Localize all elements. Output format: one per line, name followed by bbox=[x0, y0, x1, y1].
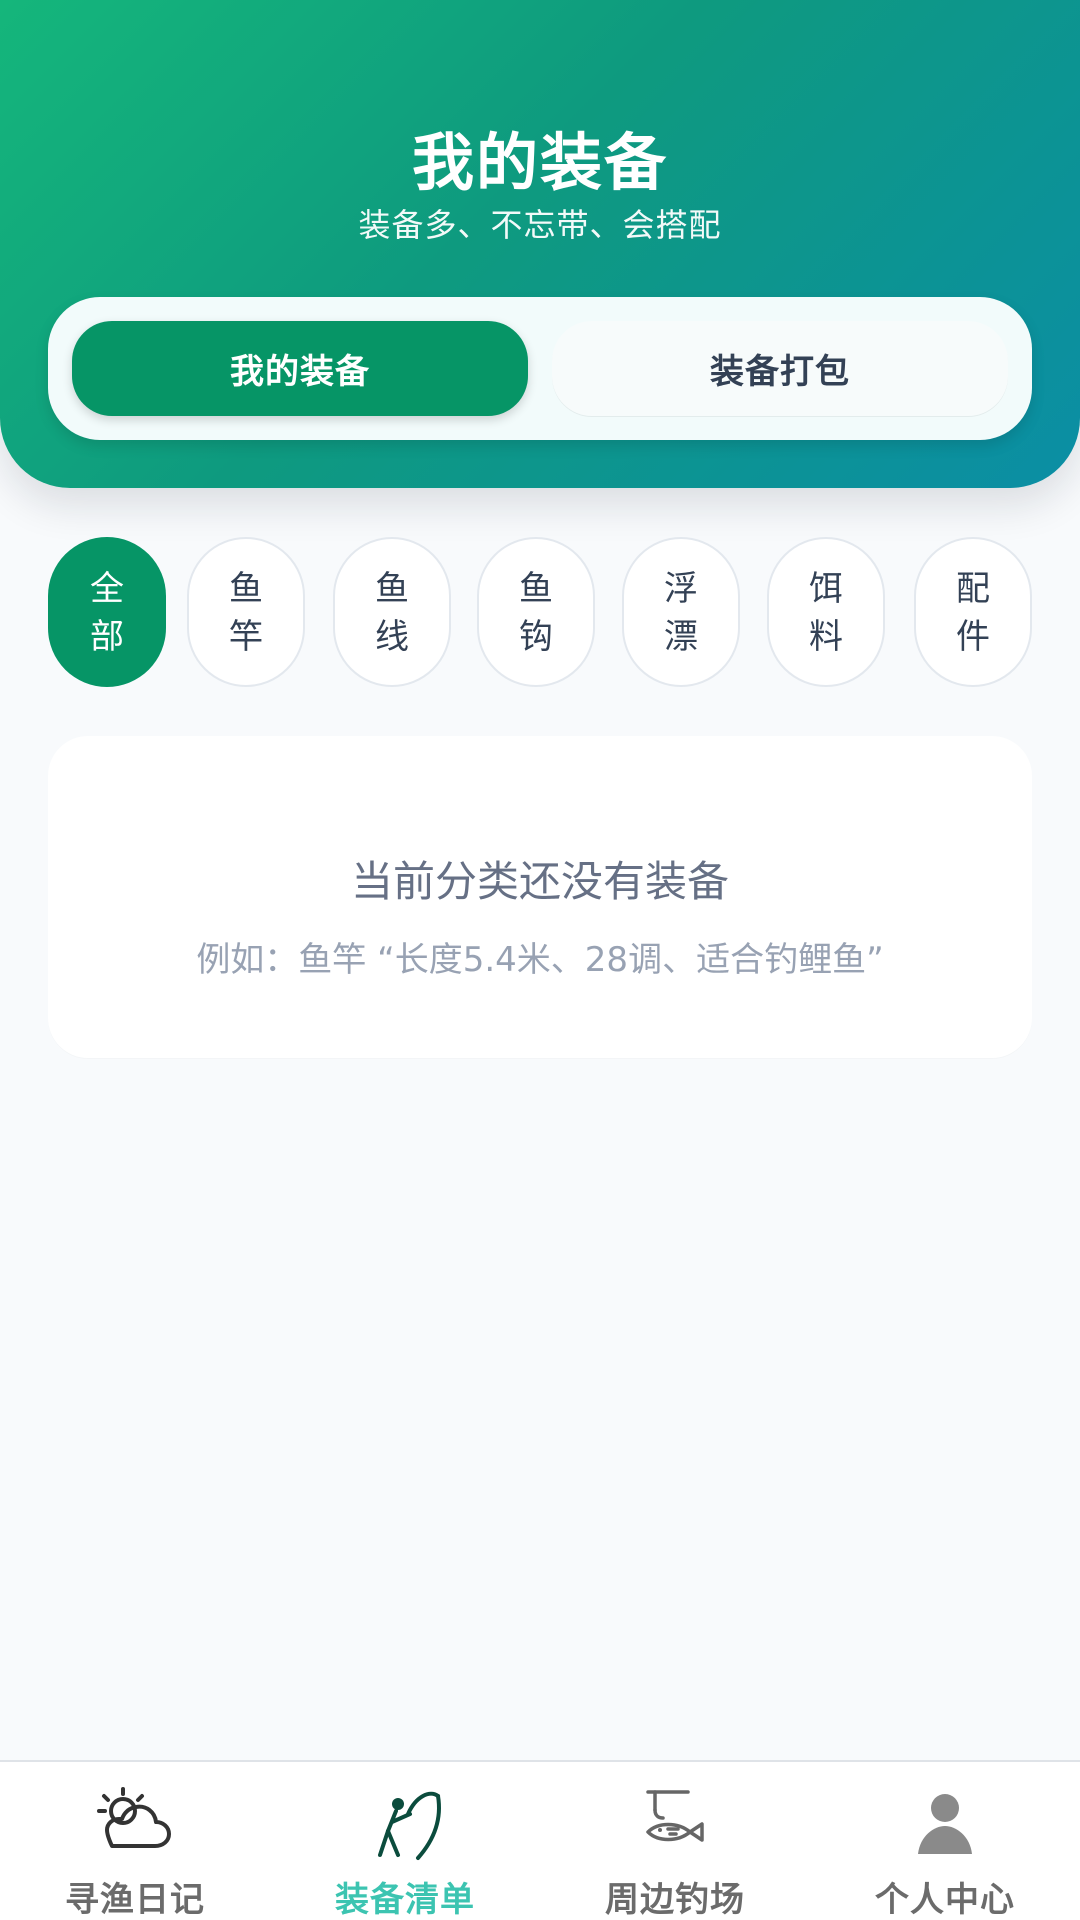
empty-state-card: 当前分类还没有装备 例如：鱼竿 “长度5.4米、28调、适合钓鲤鱼” bbox=[48, 736, 1032, 1058]
tab-equipment-pack[interactable]: 装备打包 bbox=[552, 321, 1008, 416]
weather-icon bbox=[97, 1787, 171, 1848]
category-label: 鱼 竿 bbox=[229, 569, 263, 657]
tab-my-equipment[interactable]: 我的装备 bbox=[72, 321, 528, 416]
user-icon bbox=[918, 1794, 972, 1854]
category-filter: 全 部 鱼 竿 鱼 线 鱼 钩 浮 漂 饵 料 配 件 bbox=[48, 537, 1032, 687]
page-title: 我的装备 bbox=[411, 126, 668, 199]
category-pill-bait[interactable]: 饵 料 bbox=[767, 537, 885, 687]
nav-item-journal[interactable]: 寻渔日记 bbox=[0, 1762, 270, 1920]
header: 我的装备 装备多、不忘带、会搭配 我的装备 装备打包 bbox=[0, 0, 1080, 488]
nav-label: 个人中心 bbox=[875, 1880, 1015, 1920]
nav-item-nearby-spots[interactable]: 周边钓场 bbox=[540, 1762, 810, 1920]
app-screen: 我的装备 装备多、不忘带、会搭配 我的装备 装备打包 全 部 鱼 竿 鱼 线 鱼… bbox=[0, 0, 1080, 1920]
category-pill-accessories[interactable]: 配 件 bbox=[914, 537, 1032, 687]
nav-label: 寻渔日记 bbox=[65, 1880, 205, 1920]
nav-label: 周边钓场 bbox=[605, 1880, 745, 1920]
angler-icon bbox=[378, 1791, 441, 1860]
segmented-control: 我的装备 装备打包 bbox=[48, 297, 1032, 440]
empty-state-hint: 例如：鱼竿 “长度5.4米、28调、适合钓鲤鱼” bbox=[196, 940, 884, 980]
category-label: 鱼 线 bbox=[375, 569, 409, 657]
category-pill-line[interactable]: 鱼 线 bbox=[333, 537, 451, 687]
page-subtitle: 装备多、不忘带、会搭配 bbox=[358, 206, 722, 244]
empty-state-title: 当前分类还没有装备 bbox=[350, 857, 729, 906]
fish-spot-icon bbox=[646, 1790, 704, 1842]
nav-item-equipment[interactable]: 装备清单 bbox=[270, 1762, 540, 1920]
category-pill-hook[interactable]: 鱼 钩 bbox=[477, 537, 595, 687]
category-label: 饵 料 bbox=[809, 569, 843, 657]
category-label: 配 件 bbox=[956, 569, 990, 657]
nav-item-profile[interactable]: 个人中心 bbox=[810, 1762, 1080, 1920]
category-pill-rod[interactable]: 鱼 竿 bbox=[187, 537, 305, 687]
category-label: 浮 漂 bbox=[664, 569, 698, 657]
category-label: 全 部 bbox=[90, 569, 124, 657]
category-pill-float[interactable]: 浮 漂 bbox=[622, 537, 740, 687]
bottom-navigation: 寻渔日记 装备清单 周边钓场 个人中心 bbox=[0, 1760, 1080, 1920]
category-label: 鱼 钩 bbox=[519, 569, 553, 657]
category-pill-all[interactable]: 全 部 bbox=[48, 537, 166, 687]
nav-label: 装备清单 bbox=[335, 1880, 475, 1920]
